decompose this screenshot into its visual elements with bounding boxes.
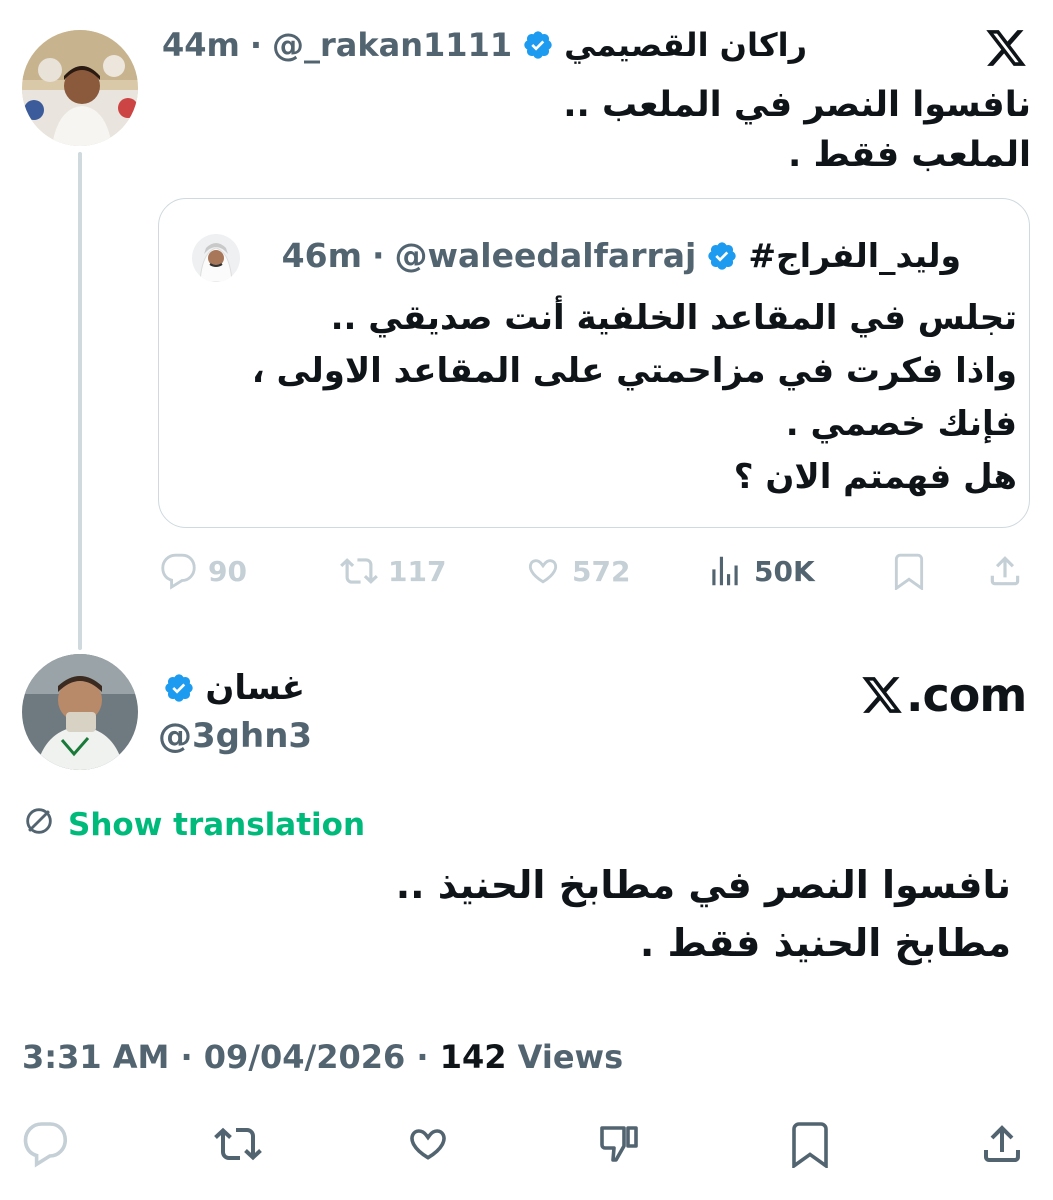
retweet-button[interactable]	[214, 1120, 262, 1168]
bookmark-button[interactable]	[890, 552, 928, 590]
x-logo-icon	[862, 677, 902, 713]
views-label: Views	[517, 1038, 624, 1076]
views-button[interactable]: 50K	[706, 552, 815, 590]
heart-icon	[524, 552, 562, 590]
verified-badge-icon	[706, 240, 738, 272]
watermark-text: .com	[906, 668, 1027, 722]
translate-icon	[22, 804, 56, 846]
quote-time[interactable]: 46m	[282, 236, 362, 275]
author-name[interactable]: غسان	[205, 668, 305, 708]
retweet-icon	[214, 1127, 262, 1161]
heart-icon	[410, 1129, 446, 1160]
reply-icon	[23, 1122, 68, 1168]
separator-dot: ·	[416, 1038, 429, 1076]
like-button[interactable]: 572	[524, 552, 630, 590]
quote-avatar[interactable]	[192, 234, 240, 282]
quote-text: تجلس في المقاعد الخلفية أنت صديقي .. واذ…	[251, 298, 1017, 497]
x-logo-icon	[984, 26, 1028, 70]
quoted-tweet-header: راكان القصيمي @_rakan1111 · 44m	[162, 26, 807, 64]
share-button[interactable]	[986, 552, 1024, 590]
show-translation-label[interactable]: Show translation	[68, 807, 365, 843]
show-translation-button[interactable]: Show translation	[22, 804, 365, 846]
quote-author-handle[interactable]: @waleedalfarraj	[395, 236, 697, 275]
quote-author-name[interactable]: #وليد_الفراج	[748, 236, 961, 275]
reply-button[interactable]: 90	[160, 552, 247, 590]
tweet-date[interactable]: 09/04/2026	[204, 1038, 406, 1076]
tweet-meta: 3:31 AM · 09/04/2026 · 142 Views	[22, 1038, 623, 1076]
main-avatar[interactable]	[22, 654, 138, 770]
separator-dot: ·	[249, 26, 262, 64]
bookmark-icon	[890, 552, 928, 590]
separator-dot: ·	[180, 1038, 193, 1076]
reply-count: 90	[208, 554, 247, 588]
verified-badge-icon	[163, 672, 195, 704]
views-count: 50K	[754, 554, 815, 588]
main-tweet-header: غسان	[163, 668, 305, 708]
quote-header: #وليد_الفراج @waleedalfarraj · 46m	[282, 236, 961, 275]
x-watermark: .com	[860, 668, 1027, 722]
share-icon	[984, 1125, 1020, 1162]
main-tweet-text: نافسوا النصر في مطابخ الحنيذ .. مطابخ ال…	[395, 863, 1011, 965]
tweet-time[interactable]: 3:31 AM	[22, 1038, 169, 1076]
tweet-time[interactable]: 44m	[162, 26, 240, 64]
thumbs-down-icon	[600, 1126, 638, 1162]
like-count: 572	[572, 554, 631, 588]
author-name[interactable]: راكان القصيمي	[564, 26, 807, 64]
quoted-tweet-text: نافسوا النصر في الملعب .. الملعب فقط .	[563, 85, 1031, 175]
bookmark-button[interactable]	[786, 1120, 834, 1168]
retweet-icon	[340, 552, 378, 590]
verified-badge-icon	[522, 29, 554, 61]
reply-icon	[160, 552, 198, 590]
retweet-count: 117	[388, 554, 447, 588]
avatar[interactable]	[22, 30, 138, 146]
views-count: 142	[439, 1038, 507, 1076]
author-handle[interactable]: @3ghn3	[158, 716, 312, 756]
dislike-button[interactable]	[596, 1120, 644, 1168]
reply-button[interactable]	[22, 1120, 70, 1168]
share-icon	[986, 552, 1024, 590]
bookmark-icon	[792, 1122, 828, 1168]
author-handle[interactable]: @_rakan1111	[272, 26, 512, 64]
views-icon	[706, 552, 744, 590]
thread-connector-line	[78, 152, 82, 650]
retweet-button[interactable]: 117	[340, 552, 446, 590]
separator-dot: ·	[371, 236, 385, 275]
like-button[interactable]	[404, 1120, 452, 1168]
share-button[interactable]	[978, 1120, 1026, 1168]
